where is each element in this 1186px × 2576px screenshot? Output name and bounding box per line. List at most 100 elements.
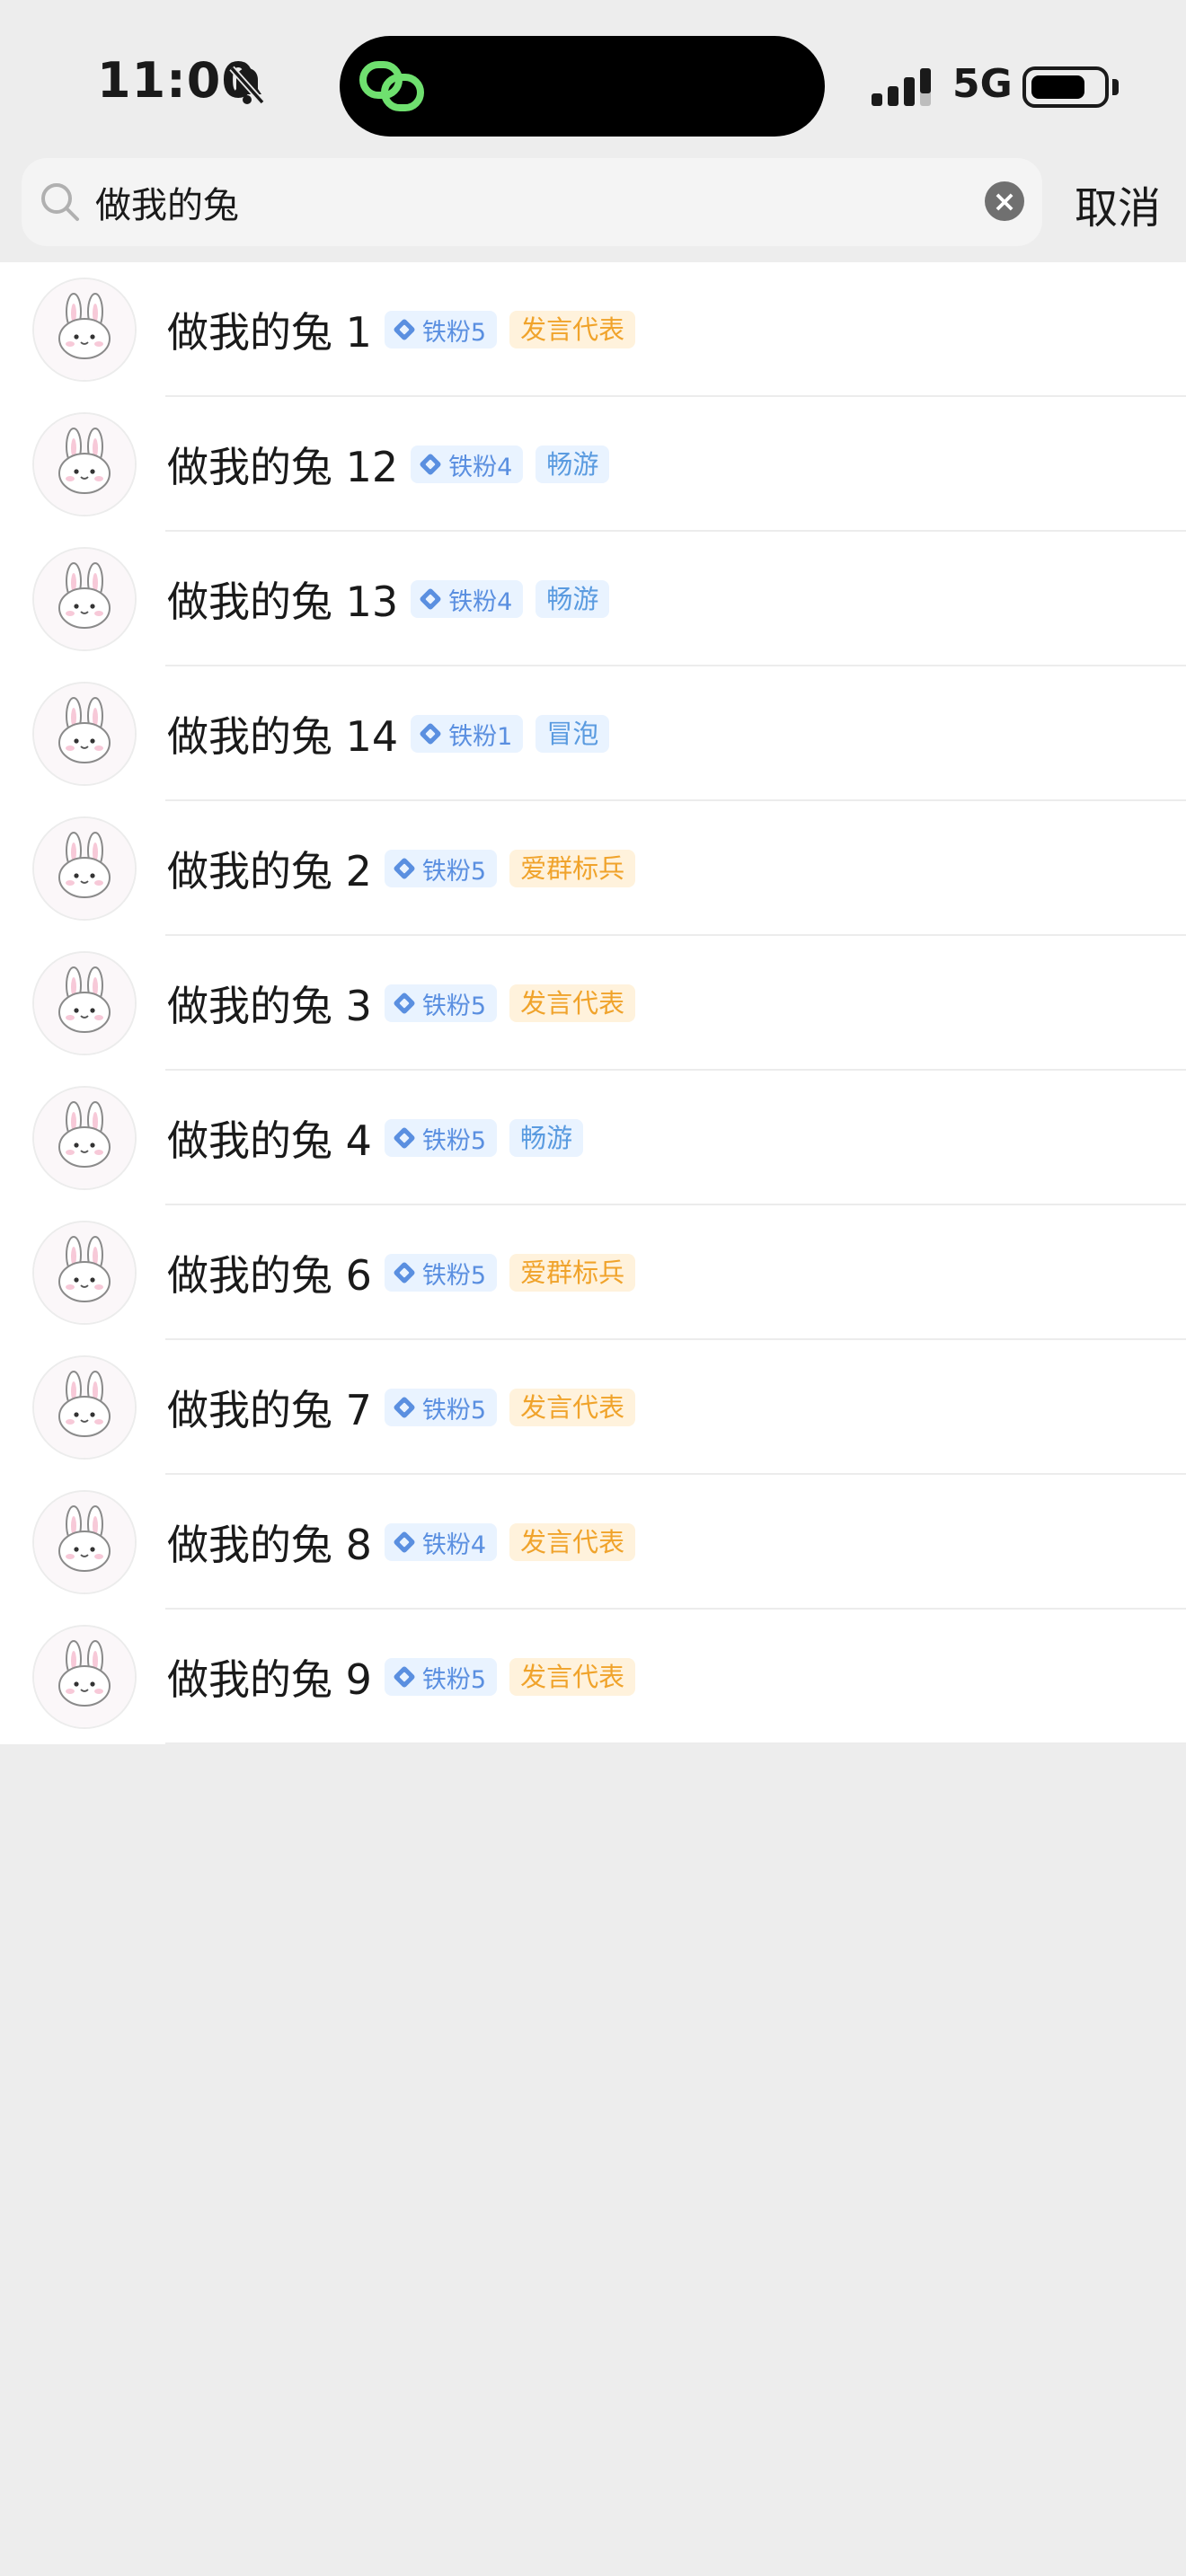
fan-level-badge: 铁粉5 xyxy=(384,850,498,887)
status-bar: 11:00 5G xyxy=(0,0,1186,158)
avatar[interactable] xyxy=(32,816,137,921)
member-name: 做我的兔 13 xyxy=(167,578,399,626)
member-name-line: 做我的兔 6 铁粉5 爱群标兵 xyxy=(167,1205,636,1340)
fan-level-badge: 铁粉4 xyxy=(384,1523,498,1561)
fan-level-text: 铁粉5 xyxy=(421,318,487,347)
search-icon xyxy=(41,183,79,221)
member-row[interactable]: 做我的兔 7 铁粉5 发言代表 xyxy=(0,1340,1186,1475)
member-name: 做我的兔 2 xyxy=(167,847,372,895)
avatar[interactable] xyxy=(32,951,137,1055)
group-title-badge: 爱群标兵 xyxy=(509,1254,636,1292)
clear-search-button[interactable]: × xyxy=(985,181,1024,221)
fan-level-badge: 铁粉5 xyxy=(384,311,498,348)
bunny-avatar-icon xyxy=(34,1492,135,1592)
fan-diamond-icon xyxy=(420,723,441,745)
fan-level-text: 铁粉1 xyxy=(448,722,513,751)
group-title-badge: 畅游 xyxy=(535,580,610,618)
member-name: 做我的兔 7 xyxy=(167,1386,372,1434)
fan-diamond-icon xyxy=(394,1666,415,1688)
fan-level-badge: 铁粉1 xyxy=(411,715,524,753)
avatar[interactable] xyxy=(32,278,137,382)
fan-level-text: 铁粉5 xyxy=(421,1396,487,1425)
fan-diamond-icon xyxy=(420,588,441,610)
avatar[interactable] xyxy=(32,1086,137,1190)
group-title-badge: 发言代表 xyxy=(509,1389,636,1426)
fan-diamond-icon xyxy=(394,992,415,1014)
member-row[interactable]: 做我的兔 1 铁粉5 发言代表 xyxy=(0,262,1186,397)
network-type: 5G xyxy=(952,61,1013,107)
member-name: 做我的兔 12 xyxy=(167,443,399,491)
avatar[interactable] xyxy=(32,1355,137,1460)
fan-level-text: 铁粉5 xyxy=(421,1126,487,1155)
member-name-line: 做我的兔 14 铁粉1 冒泡 xyxy=(167,666,610,801)
group-title-badge: 冒泡 xyxy=(535,715,610,753)
cellular-signal-icon xyxy=(872,68,931,106)
fan-diamond-icon xyxy=(394,319,415,340)
member-row[interactable]: 做我的兔 2 铁粉5 爱群标兵 xyxy=(0,801,1186,936)
group-title-badge: 发言代表 xyxy=(509,1523,636,1561)
group-title-badge: 发言代表 xyxy=(509,984,636,1022)
fan-level-badge: 铁粉5 xyxy=(384,1254,498,1292)
fan-level-badge: 铁粉5 xyxy=(384,1119,498,1157)
member-name: 做我的兔 4 xyxy=(167,1116,372,1165)
member-row[interactable]: 做我的兔 9 铁粉5 发言代表 xyxy=(0,1610,1186,1744)
bell-muted-icon xyxy=(229,66,265,105)
member-name: 做我的兔 1 xyxy=(167,308,372,357)
avatar[interactable] xyxy=(32,1490,137,1594)
fan-level-text: 铁粉4 xyxy=(421,1531,487,1559)
fan-level-badge: 铁粉5 xyxy=(384,1389,498,1426)
member-name-line: 做我的兔 2 铁粉5 爱群标兵 xyxy=(167,801,636,936)
member-name-line: 做我的兔 3 铁粉5 发言代表 xyxy=(167,936,636,1071)
member-row[interactable]: 做我的兔 3 铁粉5 发言代表 xyxy=(0,936,1186,1071)
search-bar[interactable]: × xyxy=(22,158,1042,246)
member-row[interactable]: 做我的兔 6 铁粉5 爱群标兵 xyxy=(0,1205,1186,1340)
avatar[interactable] xyxy=(32,682,137,786)
fan-level-badge: 铁粉5 xyxy=(384,984,498,1022)
member-row[interactable]: 做我的兔 4 铁粉5 畅游 xyxy=(0,1071,1186,1205)
bunny-avatar-icon xyxy=(34,1357,135,1458)
member-row[interactable]: 做我的兔 12 铁粉4 畅游 xyxy=(0,397,1186,532)
fan-diamond-icon xyxy=(394,1262,415,1284)
bunny-avatar-icon xyxy=(34,549,135,649)
battery-icon xyxy=(1022,66,1109,108)
bunny-avatar-icon xyxy=(34,414,135,515)
bunny-avatar-icon xyxy=(34,1222,135,1323)
cancel-button[interactable]: 取消 xyxy=(1075,172,1161,235)
group-title-badge: 发言代表 xyxy=(509,311,636,348)
bunny-avatar-icon xyxy=(34,953,135,1054)
fan-level-text: 铁粉4 xyxy=(448,453,513,481)
bunny-avatar-icon xyxy=(34,279,135,380)
battery-level xyxy=(1031,75,1084,99)
search-results-list: 做我的兔 1 铁粉5 发言代表 做我的兔 12 铁粉4 畅游 做我的兔 13 铁… xyxy=(0,262,1186,1744)
bunny-avatar-icon xyxy=(34,1627,135,1727)
fan-diamond-icon xyxy=(420,454,441,475)
battery-cap xyxy=(1112,79,1119,95)
bunny-avatar-icon xyxy=(34,818,135,919)
member-name-line: 做我的兔 4 铁粉5 畅游 xyxy=(167,1071,584,1205)
member-name: 做我的兔 3 xyxy=(167,982,372,1030)
member-name: 做我的兔 14 xyxy=(167,712,399,761)
fan-level-badge: 铁粉5 xyxy=(384,1658,498,1696)
member-row[interactable]: 做我的兔 8 铁粉4 发言代表 xyxy=(0,1475,1186,1610)
fan-diamond-icon xyxy=(394,1397,415,1418)
group-title-badge: 畅游 xyxy=(535,446,610,483)
member-name: 做我的兔 6 xyxy=(167,1251,372,1300)
member-name-line: 做我的兔 7 铁粉5 发言代表 xyxy=(167,1340,636,1475)
search-input[interactable] xyxy=(95,172,949,232)
avatar[interactable] xyxy=(32,412,137,516)
avatar[interactable] xyxy=(32,547,137,651)
avatar[interactable] xyxy=(32,1625,137,1729)
fan-level-text: 铁粉5 xyxy=(421,1261,487,1290)
member-name-line: 做我的兔 12 铁粉4 畅游 xyxy=(167,397,610,532)
bunny-avatar-icon xyxy=(34,684,135,784)
member-row[interactable]: 做我的兔 14 铁粉1 冒泡 xyxy=(0,666,1186,801)
avatar[interactable] xyxy=(32,1221,137,1325)
group-title-badge: 发言代表 xyxy=(509,1658,636,1696)
fan-level-text: 铁粉5 xyxy=(421,857,487,886)
bunny-avatar-icon xyxy=(34,1088,135,1188)
member-name-line: 做我的兔 1 铁粉5 发言代表 xyxy=(167,262,636,397)
fan-level-badge: 铁粉4 xyxy=(411,580,524,618)
member-name-line: 做我的兔 8 铁粉4 发言代表 xyxy=(167,1475,636,1610)
group-title-badge: 畅游 xyxy=(509,1119,584,1157)
member-row[interactable]: 做我的兔 13 铁粉4 畅游 xyxy=(0,532,1186,666)
